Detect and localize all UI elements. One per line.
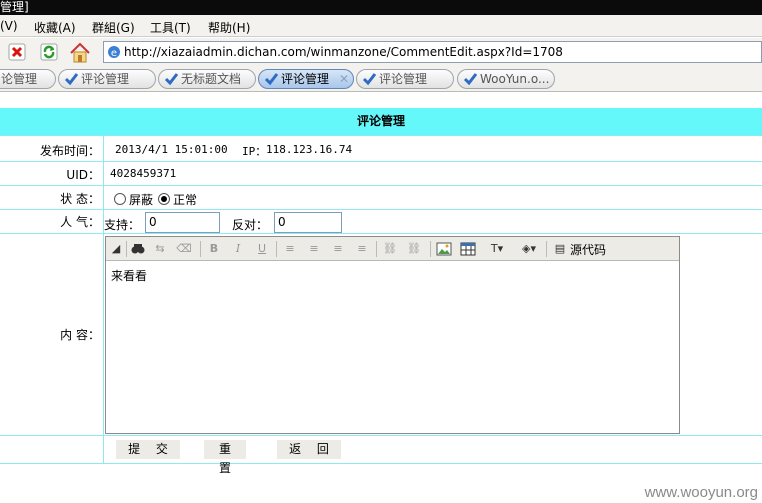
check-icon [263, 71, 279, 88]
toolbar-separator [276, 241, 277, 257]
link-icon[interactable]: ⛓ [382, 241, 398, 257]
editor-toolbar: ◢ ⇆ ⌫ B I U ≡ ≡ ≡ ≡ ⛓ ⛓ T▾ ◈▾ ▤ 源代码 [106, 237, 679, 261]
ie-page-icon: e [107, 45, 121, 62]
page-content: 评论管理 发布时间： 2013/4/1 15:01:00 IP： 118.123… [0, 92, 762, 482]
align-left-icon[interactable]: ≡ [282, 241, 298, 257]
tab-label: 评论管理 [281, 72, 330, 86]
check-icon [63, 71, 79, 88]
menu-help[interactable]: 帮助(H) [208, 19, 250, 36]
divider [0, 209, 762, 210]
address-bar[interactable]: e http://xiazaiadmin.dichan.com/winmanzo… [103, 41, 762, 63]
toolbar-separator [546, 241, 547, 257]
divider [0, 135, 762, 136]
tab-bar: 论管理 评论管理 无标题文档 评论管理 ✕ 评论管理 WooYun.o... [0, 68, 762, 92]
menu-view[interactable]: (V) [0, 19, 18, 33]
divider [0, 463, 762, 464]
window-title: 管理] [0, 0, 29, 14]
refresh-icon[interactable] [38, 41, 62, 65]
status-normal-radio[interactable] [158, 193, 170, 205]
reset-button[interactable]: 重 置 [204, 440, 246, 475]
source-code-button[interactable]: 源代码 [570, 241, 606, 258]
divider [0, 161, 762, 162]
oppose-label: 反对： [232, 218, 269, 232]
submit-button[interactable]: 提 交 [116, 440, 180, 459]
publish-time-label: 发布时间： [39, 144, 100, 158]
replace-icon[interactable]: ⇆ [152, 241, 168, 257]
status-blocked-radio[interactable] [114, 193, 126, 205]
check-icon [163, 71, 179, 88]
insert-table-icon[interactable] [460, 241, 476, 257]
align-right-icon[interactable]: ≡ [330, 241, 346, 257]
find-icon[interactable] [130, 241, 146, 257]
toolbar-separator [430, 241, 431, 257]
window-titlebar: 管理] [0, 0, 762, 15]
support-input[interactable]: 0 [145, 212, 220, 233]
home-icon[interactable] [68, 41, 92, 65]
font-color-icon[interactable]: T▾ [484, 241, 510, 257]
menu-favorites[interactable]: 收藏(A) [34, 19, 76, 36]
tab-label: 论管理 [1, 72, 38, 86]
status-normal-label: 正常 [173, 193, 198, 207]
ip-value: 118.123.16.74 [266, 143, 353, 156]
uid-value: 4028459371 [110, 167, 177, 180]
status-blocked-label: 屏蔽 [129, 193, 154, 207]
column-divider [103, 135, 104, 463]
editor-content[interactable]: 来看看 [111, 267, 147, 284]
eraser-icon[interactable]: ⌫ [176, 241, 192, 257]
rich-text-editor: ◢ ⇆ ⌫ B I U ≡ ≡ ≡ ≡ ⛓ ⛓ T▾ ◈▾ ▤ 源代码 来看看 [105, 236, 680, 434]
toolbar-separator [200, 241, 201, 257]
tab-comment-manage-1[interactable]: 评论管理 [58, 69, 156, 89]
unlink-icon[interactable]: ⛓ [406, 241, 422, 257]
underline-icon[interactable]: U [254, 241, 270, 257]
tab-comment-manage-0[interactable]: 论管理 [0, 69, 56, 89]
ip-label: IP： [242, 145, 267, 158]
italic-icon[interactable]: I [230, 241, 246, 257]
menu-bar: (V) 收藏(A) 群組(G) 工具(T) 帮助(H) [0, 15, 762, 37]
oppose-input[interactable]: 0 [274, 212, 342, 233]
tab-comment-manage-2[interactable]: 评论管理 [356, 69, 454, 89]
divider [0, 435, 762, 436]
support-label: 支持： [104, 218, 141, 232]
divider [0, 233, 762, 234]
form-title-bar: 评论管理 [0, 108, 762, 135]
status-label: 状 态： [60, 192, 100, 206]
tab-untitled-document[interactable]: 无标题文档 [158, 69, 256, 89]
source-code-icon[interactable]: ▤ [552, 241, 568, 257]
align-center-icon[interactable]: ≡ [306, 241, 322, 257]
tab-label: WooYun.o... [480, 72, 550, 86]
background-color-icon[interactable]: ◈▾ [516, 241, 542, 257]
svg-text:e: e [111, 48, 117, 59]
tab-comment-manage-active[interactable]: 评论管理 ✕ [258, 69, 354, 89]
menu-groups[interactable]: 群組(G) [92, 19, 135, 36]
toolbar-separator [126, 241, 127, 257]
divider [0, 185, 762, 186]
close-tab-icon[interactable]: ✕ [339, 70, 349, 88]
stop-icon[interactable] [6, 41, 30, 65]
check-icon [361, 71, 377, 88]
toolbar-separator [376, 241, 377, 257]
tab-label: 评论管理 [81, 72, 130, 86]
tab-label: 无标题文档 [181, 72, 242, 86]
content-label: 内 容： [60, 328, 100, 342]
popularity-label: 人 气： [60, 215, 100, 229]
align-justify-icon[interactable]: ≡ [354, 241, 370, 257]
check-icon [462, 71, 478, 88]
collapse-toolbar-icon[interactable]: ◢ [108, 241, 124, 257]
address-url: http://xiazaiadmin.dichan.com/winmanzone… [124, 45, 563, 59]
tab-label: 评论管理 [379, 72, 428, 86]
menu-tools[interactable]: 工具(T) [150, 19, 191, 36]
bold-icon[interactable]: B [206, 241, 222, 257]
back-button[interactable]: 返 回 [277, 440, 341, 459]
page-title: 评论管理 [356, 114, 405, 128]
uid-label: UID： [66, 168, 100, 182]
tab-wooyun[interactable]: WooYun.o... [457, 69, 555, 89]
watermark: www.wooyun.org [644, 484, 758, 501]
publish-time-value: 2013/4/1 15:01:00 [115, 143, 228, 156]
insert-image-icon[interactable] [436, 241, 452, 257]
